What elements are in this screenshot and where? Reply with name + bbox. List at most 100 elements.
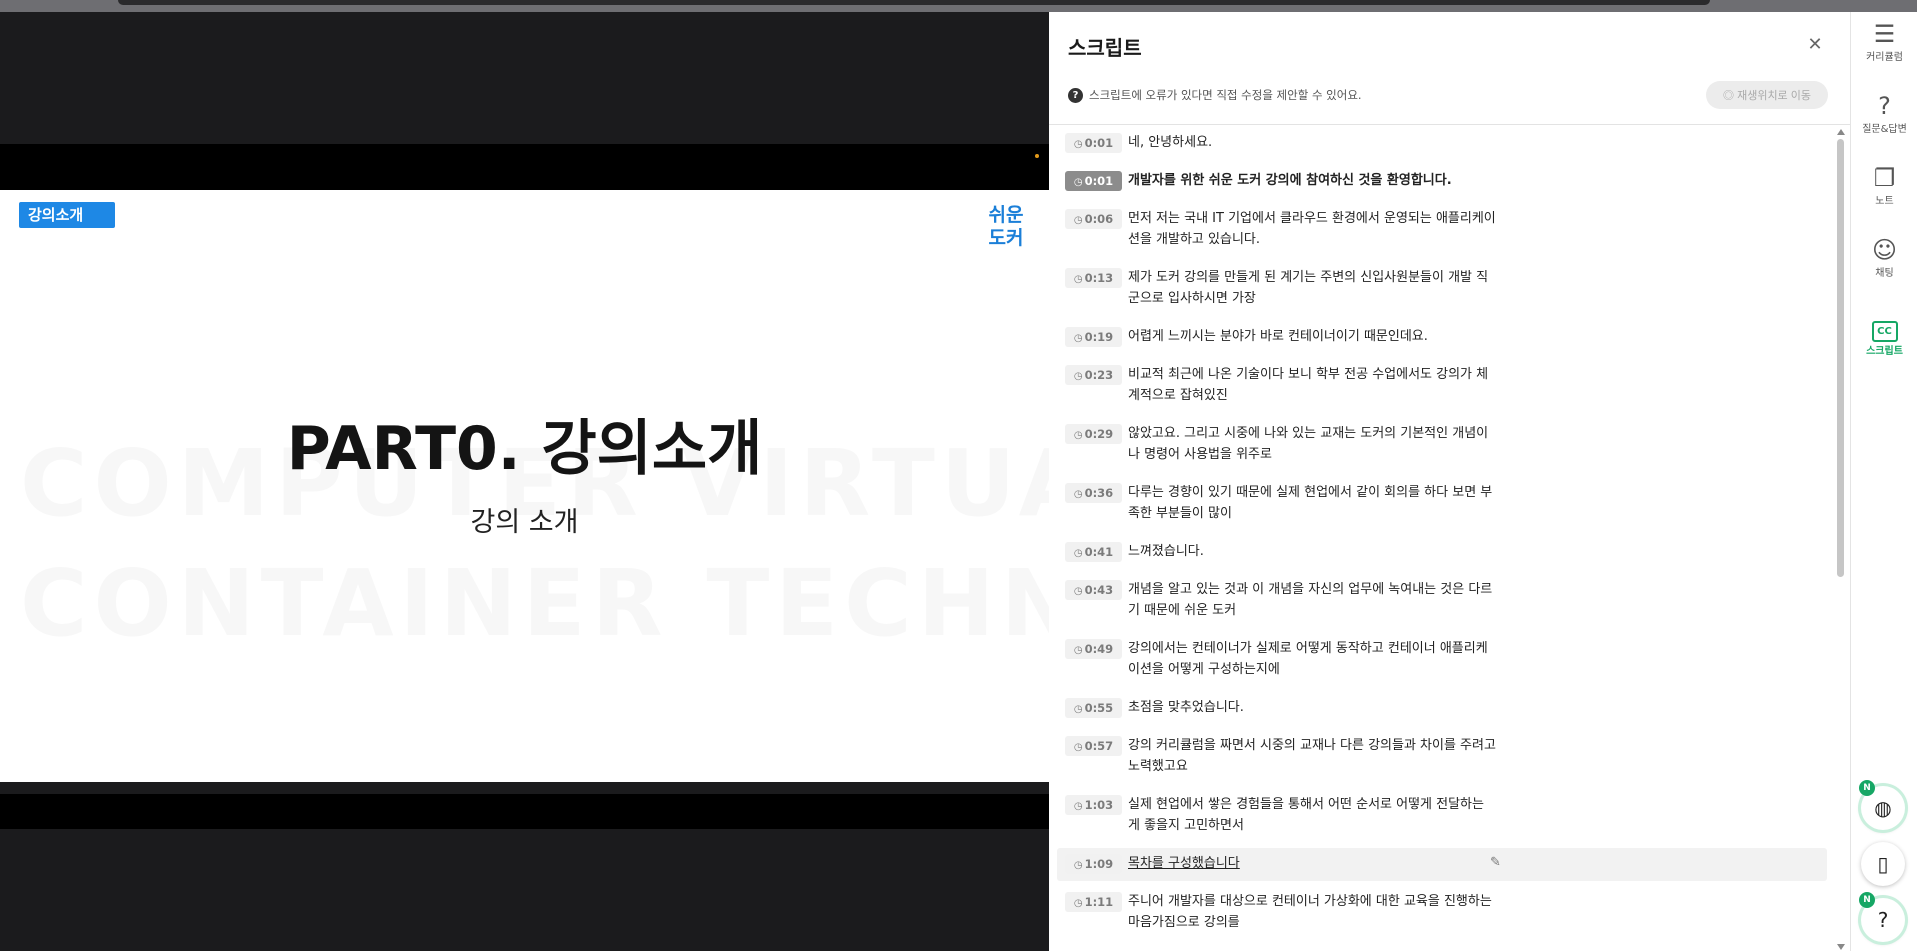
jump-to-position-button[interactable]: ◎ 재생위치로 이동 bbox=[1706, 81, 1828, 109]
transcript-text: 개발자를 위한 쉬운 도커 강의에 참여하신 것을 환영합니다. bbox=[1128, 173, 1452, 188]
rail-label: 스크립트 bbox=[1866, 346, 1903, 357]
timestamp-label: 0:43 bbox=[1084, 583, 1114, 597]
transcript-text: 네, 안녕하세요. bbox=[1128, 135, 1213, 150]
rail-label: 채팅 bbox=[1875, 268, 1894, 279]
rail-item-qna[interactable]: ? 질문&답변 bbox=[1851, 92, 1917, 135]
clock-icon: ◷ bbox=[1073, 742, 1083, 753]
close-icon[interactable]: ✕ bbox=[1804, 34, 1826, 56]
transcript-row[interactable]: ◷ 0:43 개념을 알고 있는 것과 이 개념을 자신의 업무에 녹여내는 것은 … bbox=[1057, 574, 1827, 628]
transcript-row[interactable]: ◷ 0:23 비교적 최근에 나온 기술이다 보니 학부 전공 수업에서도 강의가 … bbox=[1057, 359, 1827, 413]
transcript-row[interactable]: ◷ 0:41 느껴졌습니다. bbox=[1057, 536, 1827, 569]
transcript-row[interactable]: ◷ 0:55 초점을 맞추었습니다. bbox=[1057, 692, 1827, 725]
timestamp-label: 1:09 bbox=[1084, 857, 1114, 871]
note-icon: ❐ bbox=[1873, 164, 1896, 192]
transcript-row[interactable]: ◷ 0:36 다루는 경향이 있기 때문에 실제 현업에서 같이 회의를 하다 보면… bbox=[1057, 477, 1827, 531]
help-icon: ? bbox=[1877, 908, 1889, 932]
timestamp-button[interactable]: ◷ 0:19 bbox=[1065, 327, 1122, 347]
course-logo: 쉬운 도커 bbox=[986, 204, 1026, 250]
transcript-scrollbar[interactable] bbox=[1837, 129, 1845, 951]
transcript-text: 목차를 구성했습니다 bbox=[1128, 856, 1240, 871]
rail-label: 커리큘럼 bbox=[1866, 52, 1903, 63]
timestamp-button[interactable]: ◷ 0:41 bbox=[1065, 542, 1122, 562]
help-button[interactable]: N ? bbox=[1859, 892, 1905, 942]
timestamp-label: 0:19 bbox=[1084, 330, 1114, 344]
clock-icon: ◷ bbox=[1073, 274, 1083, 285]
chat-icon: ☺ bbox=[1871, 236, 1898, 264]
script-panel: 스크립트 ✕ ? 스크립트에 오류가 있다면 직접 수정을 제안할 수 있어요.… bbox=[1049, 12, 1850, 951]
script-notice: ? 스크립트에 오류가 있다면 직접 수정을 제안할 수 있어요. bbox=[1068, 87, 1362, 103]
rail-item-curriculum[interactable]: ☰ 커리큘럼 bbox=[1851, 20, 1917, 63]
transcript-text: 강의에서는 컨테이너가 실제로 어떻게 동작하고 컨테이너 애플리케 이션을 어… bbox=[1128, 641, 1488, 677]
clock-icon: ◷ bbox=[1073, 898, 1083, 909]
timestamp-button[interactable]: ◷ 0:29 bbox=[1065, 424, 1122, 444]
mobile-icon: ▯ bbox=[1877, 852, 1889, 876]
clock-icon: ◷ bbox=[1073, 371, 1083, 382]
transcript-row[interactable]: ◷ 0:01 네, 안녕하세요. bbox=[1057, 127, 1827, 160]
transcript-row[interactable]: ◷ 0:19 어렵게 느끼시는 분야가 바로 컨테이너이기 때문인데요. bbox=[1057, 321, 1827, 354]
rail-item-chat[interactable]: ☺ 채팅 bbox=[1851, 236, 1917, 279]
timestamp-button[interactable]: ◷ 0:01 bbox=[1065, 171, 1122, 191]
slide-title: PART0. 강의소개 bbox=[286, 414, 763, 484]
scroll-up-arrow-icon[interactable] bbox=[1837, 129, 1845, 135]
transcript-row[interactable]: ◷ 0:01 개발자를 위한 쉬운 도커 강의에 참여하신 것을 환영합니다. bbox=[1057, 165, 1827, 198]
transcript-text: 어렵게 느끼시는 분야가 바로 컨테이너이기 때문인데요. bbox=[1128, 329, 1428, 344]
transcript-text: 않았고요. 그리고 시중에 나와 있는 교재는 도커의 기본적인 개념이 나 명… bbox=[1128, 426, 1489, 462]
clock-icon: ◷ bbox=[1073, 548, 1083, 559]
timestamp-button[interactable]: ◷ 0:13 bbox=[1065, 268, 1122, 288]
timestamp-button[interactable]: ◷ 0:43 bbox=[1065, 580, 1122, 600]
script-panel-header: 스크립트 ✕ ? 스크립트에 오류가 있다면 직접 수정을 제안할 수 있어요.… bbox=[1049, 12, 1850, 125]
clock-icon: ◷ bbox=[1073, 139, 1083, 150]
rail-item-note[interactable]: ❐ 노트 bbox=[1851, 164, 1917, 207]
timestamp-button[interactable]: ◷ 0:36 bbox=[1065, 483, 1122, 503]
transcript-row[interactable]: ◷ 0:06 먼저 저는 국내 IT 기업에서 클라우드 환경에서 운영되는 애플리… bbox=[1057, 203, 1827, 257]
clock-icon: ◷ bbox=[1073, 489, 1083, 500]
transcript-text: 다루는 경향이 있기 때문에 실제 현업에서 같이 회의를 하다 보면 부 족한… bbox=[1128, 485, 1493, 521]
slide-section-tag: 강의소개 bbox=[19, 202, 115, 228]
timestamp-button[interactable]: ◷ 0:06 bbox=[1065, 209, 1122, 229]
scrollbar-thumb[interactable] bbox=[1837, 139, 1844, 577]
clock-icon: ◷ bbox=[1073, 430, 1083, 441]
transcript-row[interactable]: ◷ 1:11 주니어 개발자를 대상으로 컨테이너 가상화에 대한 교육을 진행하는… bbox=[1057, 886, 1827, 940]
timestamp-button[interactable]: ◷ 1:11 bbox=[1065, 892, 1122, 912]
edit-pencil-icon[interactable]: ✎ bbox=[1490, 855, 1501, 870]
transcript-row[interactable]: ◷ 0:29 않았고요. 그리고 시중에 나와 있는 교재는 도커의 기본적인 개념… bbox=[1057, 418, 1827, 472]
clock-icon: ◷ bbox=[1073, 860, 1083, 871]
timestamp-button[interactable]: ◷ 0:55 bbox=[1065, 698, 1122, 718]
scroll-down-arrow-icon[interactable] bbox=[1837, 944, 1845, 950]
top-bar-handle bbox=[118, 0, 1710, 5]
slide-watermark: CONTAINER TECHNOLOGY DOCKER bbox=[20, 550, 1049, 657]
jump-button-label: 재생위치로 이동 bbox=[1737, 90, 1811, 102]
timestamp-button[interactable]: ◷ 1:03 bbox=[1065, 795, 1122, 815]
timestamp-button[interactable]: ◷ 1:09 bbox=[1065, 854, 1122, 874]
transcript-list[interactable]: ◷ 0:01 네, 안녕하세요. ◷ 0:01 개발자를 위한 쉬운 도커 강의에 참여하… bbox=[1049, 125, 1850, 951]
timestamp-button[interactable]: ◷ 0:49 bbox=[1065, 639, 1122, 659]
side-rail: ☰ 커리큘럼 ? 질문&답변 ❐ 노트 ☺ 채팅 CC 스크립트 N ◍ ▯ N… bbox=[1850, 12, 1917, 951]
timestamp-label: 0:23 bbox=[1084, 368, 1114, 382]
transcript-row[interactable]: ◷ 0:49 강의에서는 컨테이너가 실제로 어떻게 동작하고 컨테이너 애플리케 … bbox=[1057, 633, 1827, 687]
transcript-row[interactable]: ◷ 0:13 제가 도커 강의를 만들게 된 계기는 주변의 신입사원분들이 개발 … bbox=[1057, 262, 1827, 316]
timestamp-label: 0:55 bbox=[1084, 701, 1114, 715]
clock-icon: ◷ bbox=[1073, 645, 1083, 656]
timestamp-button[interactable]: ◷ 0:57 bbox=[1065, 736, 1122, 756]
transcript-text: 느껴졌습니다. bbox=[1128, 544, 1204, 559]
help-circle-icon: ? bbox=[1068, 87, 1083, 103]
curriculum-icon: ☰ bbox=[1873, 20, 1896, 48]
transcript-text: 개념을 알고 있는 것과 이 개념을 자신의 업무에 녹여내는 것은 다르 기 … bbox=[1128, 582, 1493, 618]
timestamp-button[interactable]: ◷ 0:23 bbox=[1065, 365, 1122, 385]
rail-item-script[interactable]: CC 스크립트 bbox=[1851, 312, 1917, 357]
timestamp-button[interactable]: ◷ 0:01 bbox=[1065, 133, 1122, 153]
transcript-row[interactable]: ◷ 0:57 강의 커리큘럼을 짜면서 시중의 교재나 다른 강의들과 차이를 주려… bbox=[1057, 730, 1827, 784]
new-badge: N bbox=[1859, 892, 1875, 908]
timestamp-label: 0:13 bbox=[1084, 271, 1114, 285]
letterbox-bottom bbox=[0, 794, 1049, 829]
transcript-row[interactable]: ◷ 1:09 목차를 구성했습니다 ✎ bbox=[1057, 848, 1827, 881]
timestamp-label: 0:01 bbox=[1084, 136, 1114, 150]
mobile-button[interactable]: ▯ bbox=[1861, 842, 1905, 886]
logo-line: 도커 bbox=[988, 227, 1024, 249]
transcript-text: 먼저 저는 국내 IT 기업에서 클라우드 환경에서 운영되는 애플리케이 션을… bbox=[1128, 211, 1496, 247]
timestamp-label: 0:49 bbox=[1084, 642, 1114, 656]
transcript-row[interactable]: ◷ 1:03 실제 현업에서 쌓은 경험들을 통해서 어떤 순서로 어떻게 전달하는… bbox=[1057, 789, 1827, 843]
transcript-text: 강의 커리큘럼을 짜면서 시중의 교재나 다른 강의들과 차이를 주려고 노력했… bbox=[1128, 738, 1496, 774]
clock-icon: ◷ bbox=[1073, 586, 1083, 597]
language-button[interactable]: N ◍ bbox=[1859, 780, 1905, 830]
